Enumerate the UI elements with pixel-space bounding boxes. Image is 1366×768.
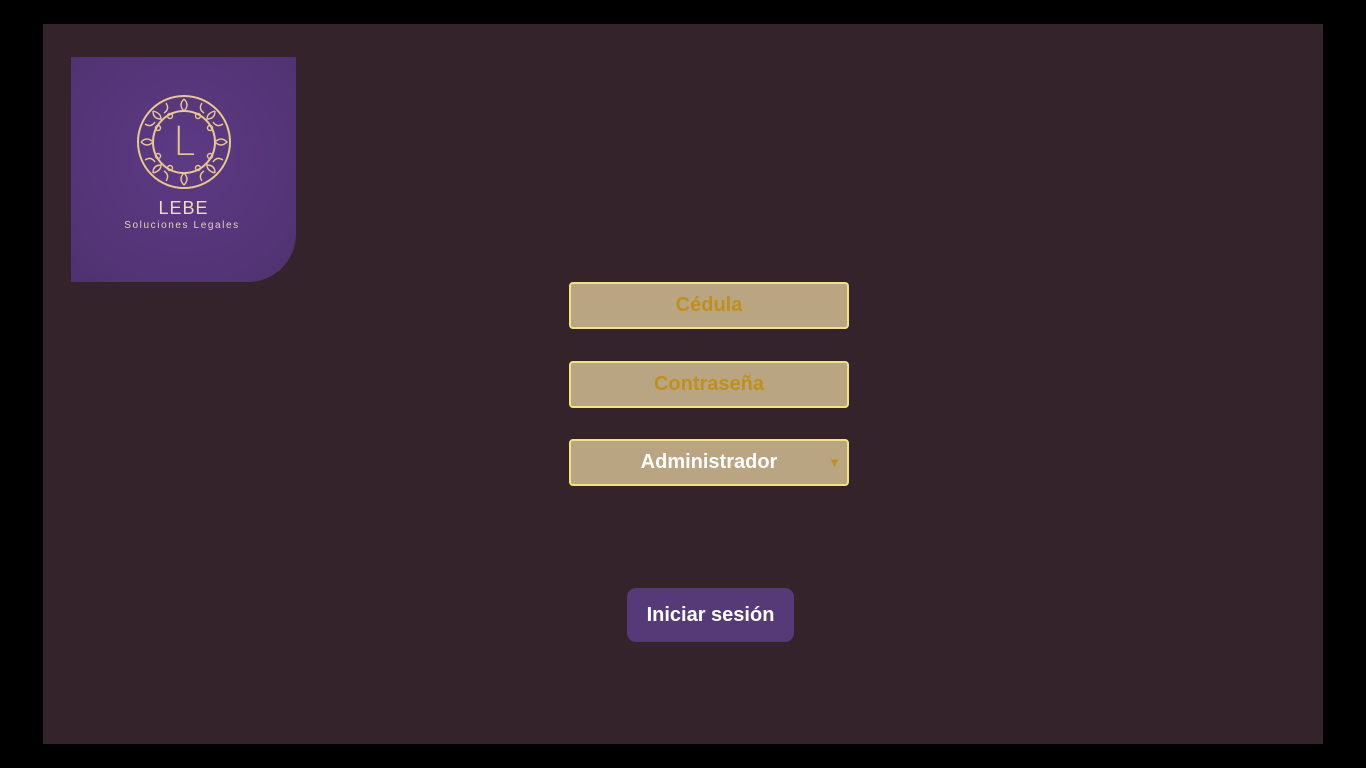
brand-tagline: Soluciones Legales — [124, 220, 240, 231]
cedula-placeholder: Cédula — [675, 294, 743, 316]
password-placeholder: Contraseña — [653, 373, 765, 395]
role-selected-value: Administrador — [640, 451, 778, 473]
cedula-input[interactable]: Cédula — [569, 282, 849, 329]
login-screen: L LEBE Soluciones Legales Cédula Contras… — [43, 24, 1323, 744]
brand-logo: L LEBE Soluciones Legales — [71, 57, 296, 282]
password-input[interactable]: Contraseña — [569, 361, 849, 408]
login-button[interactable]: Iniciar sesión — [627, 588, 794, 642]
role-select[interactable]: Administrador ▼ — [569, 439, 849, 486]
brand-name: LEBE — [158, 198, 209, 218]
login-button-label: Iniciar sesión — [646, 603, 775, 626]
logo-letter: L — [172, 119, 196, 165]
chevron-down-icon[interactable]: ▼ — [828, 456, 841, 469]
